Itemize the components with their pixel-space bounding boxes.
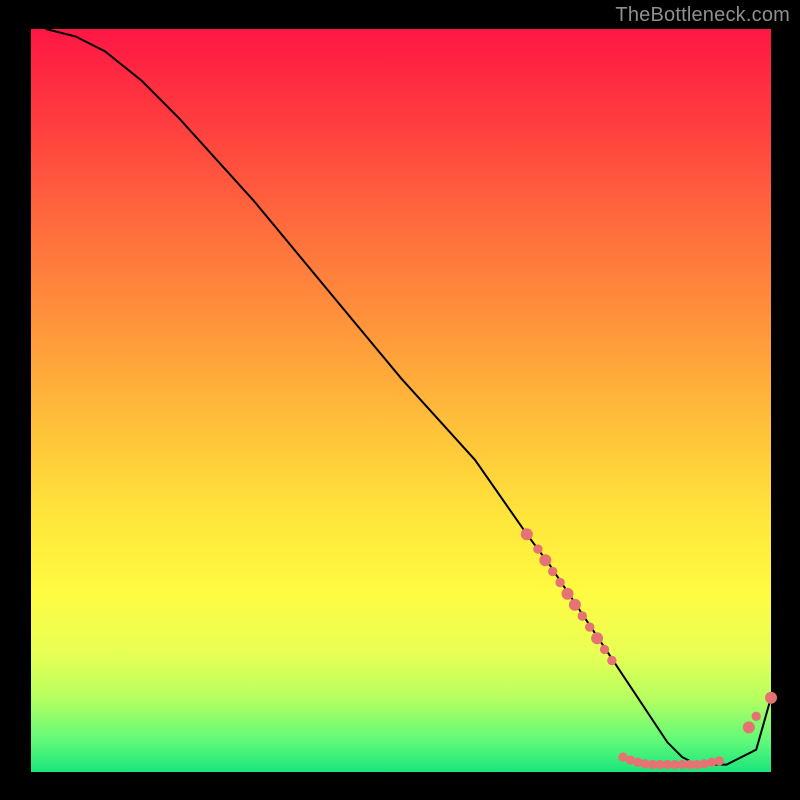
data-marker (521, 528, 533, 540)
data-marker (607, 656, 616, 665)
data-markers (521, 528, 777, 769)
data-marker (600, 645, 609, 654)
watermark-text: TheBottleneck.com (615, 4, 790, 27)
data-marker (578, 611, 587, 620)
data-marker (752, 712, 761, 721)
data-marker (715, 756, 724, 765)
chart-frame: TheBottleneck.com (0, 0, 800, 800)
data-marker (765, 692, 777, 704)
data-marker (585, 622, 594, 631)
data-marker (555, 578, 564, 587)
chart-svg (31, 29, 771, 772)
data-marker (533, 544, 542, 553)
data-marker (591, 632, 603, 644)
data-marker (743, 721, 755, 733)
data-marker (562, 588, 574, 600)
data-marker (569, 599, 581, 611)
data-marker (548, 567, 557, 576)
data-marker (539, 554, 551, 566)
bottleneck-curve (46, 29, 771, 765)
